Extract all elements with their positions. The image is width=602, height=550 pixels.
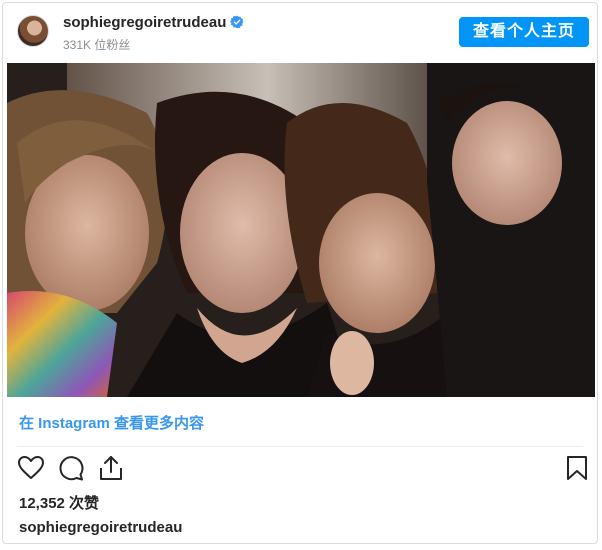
divider — [17, 446, 583, 447]
heart-icon[interactable] — [17, 454, 45, 482]
comment-bubble-icon[interactable] — [57, 454, 85, 482]
post-header: sophiegregoiretrudeau 331K 位粉丝 查看个人主页 — [3, 3, 597, 61]
photo-illustration — [7, 63, 595, 397]
follower-count: 331K 位粉丝 — [63, 38, 131, 52]
bookmark-icon[interactable] — [563, 454, 591, 482]
avatar[interactable] — [17, 15, 49, 47]
share-icon[interactable] — [97, 454, 125, 482]
like-count[interactable]: 12,352 次赞 — [19, 492, 99, 513]
username-row[interactable]: sophiegregoiretrudeau — [63, 14, 244, 31]
instagram-embed-card: sophiegregoiretrudeau 331K 位粉丝 查看个人主页 在 … — [2, 2, 598, 544]
verified-badge-icon — [230, 15, 244, 29]
view-more-on-instagram-link[interactable]: 在 Instagram 查看更多内容 — [19, 412, 204, 433]
post-photo[interactable] — [7, 63, 595, 397]
username-link[interactable]: sophiegregoiretrudeau — [63, 14, 226, 31]
view-profile-button[interactable]: 查看个人主页 — [458, 17, 589, 47]
caption-username[interactable]: sophiegregoiretrudeau — [19, 519, 182, 536]
